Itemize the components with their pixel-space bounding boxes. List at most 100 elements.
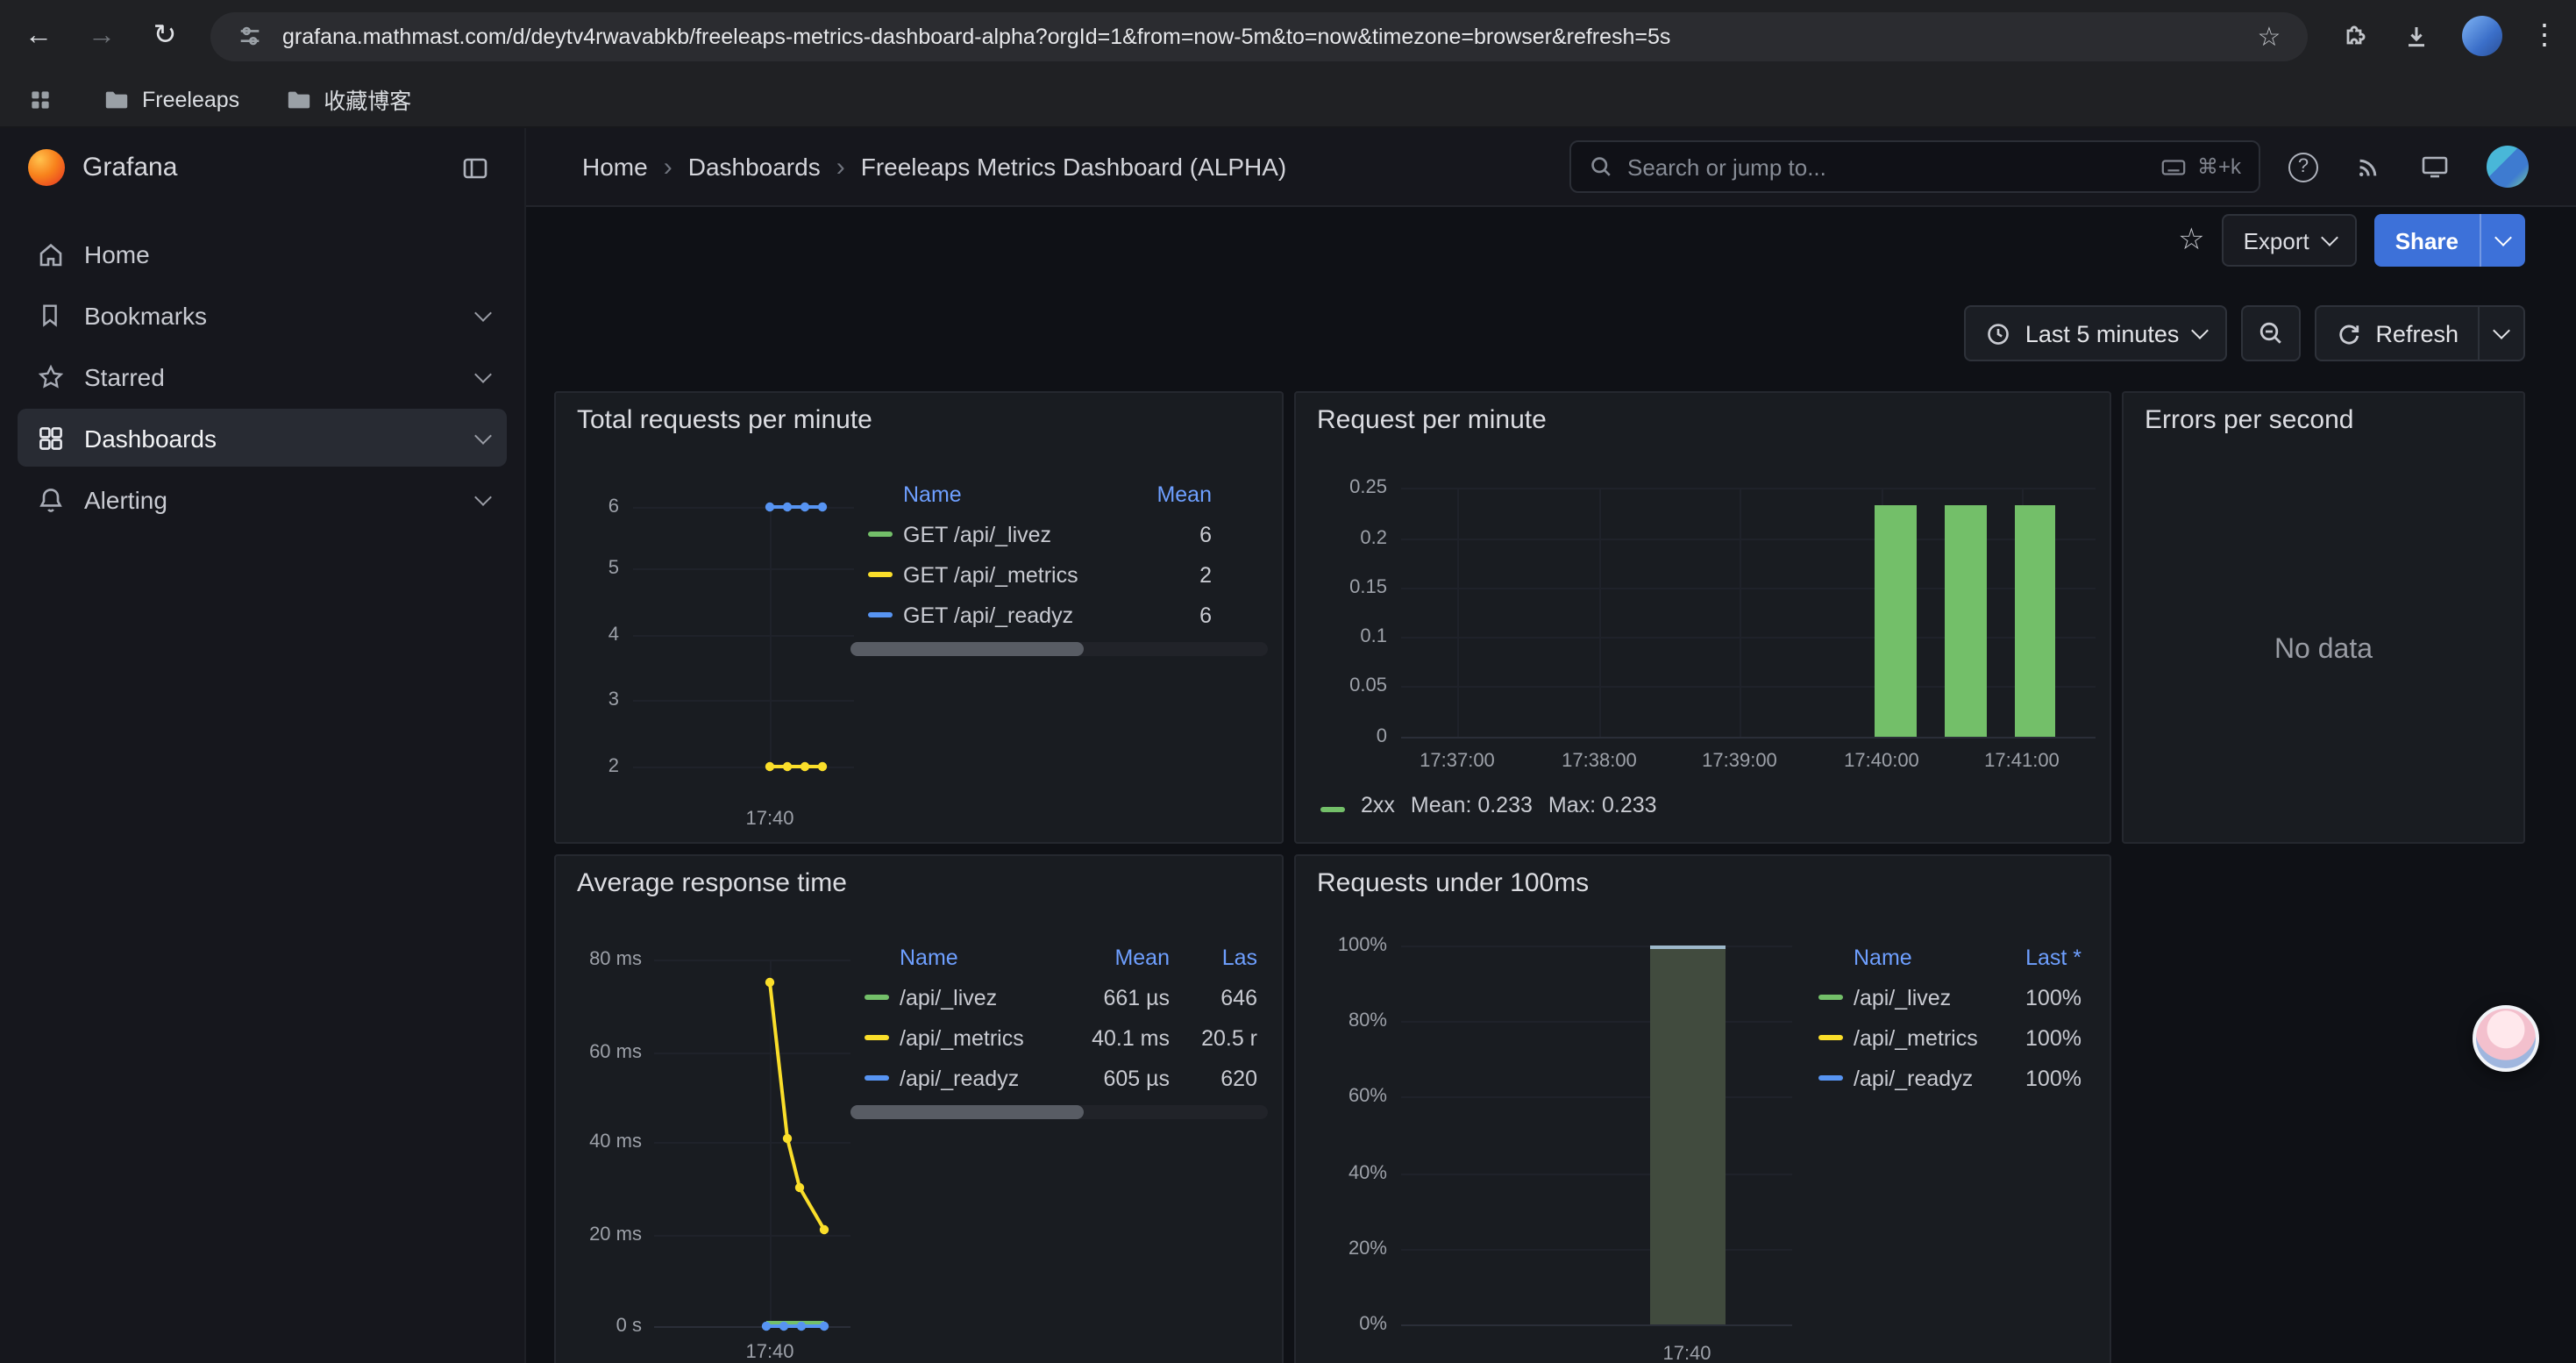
series-name[interactable]: /api/_livez <box>900 985 1061 1010</box>
sidebar-item-dashboards[interactable]: Dashboards <box>18 409 507 467</box>
legend-row[interactable]: /api/_livez 661 µs 646 <box>865 977 1268 1017</box>
site-controls-icon[interactable] <box>231 18 267 54</box>
legend-header-name[interactable]: Name <box>1854 945 1994 969</box>
legend-row[interactable]: /api/_readyz 100% <box>1818 1058 2081 1098</box>
series-last: 100% <box>1994 1066 2081 1090</box>
series-color-dash <box>1818 995 1843 1000</box>
share-menu-toggle[interactable] <box>2480 214 2525 267</box>
sidebar-item-home[interactable]: Home <box>18 225 507 282</box>
time-range-picker[interactable]: Last 5 minutes <box>1964 305 2227 361</box>
export-button[interactable]: Export <box>2223 214 2357 267</box>
sidebar-item-label: Starred <box>84 362 165 390</box>
y-tick: 60% <box>1296 1086 1387 1107</box>
panel-total-requests-per-minute: Total requests per minute 6 5 4 3 2 <box>554 391 1284 844</box>
series-name[interactable]: /api/_metrics <box>900 1025 1061 1050</box>
sidebar-item-alerting[interactable]: Alerting <box>18 470 507 528</box>
refresh-button[interactable]: Refresh <box>2314 305 2525 361</box>
panel-average-response-time: Average response time 80 ms 60 ms 40 ms … <box>554 854 1284 1363</box>
panel-title[interactable]: Request per minute <box>1317 405 1547 435</box>
series-color-dash <box>865 995 889 1000</box>
x-tick: 17:39:00 <box>1687 751 1792 772</box>
series-name[interactable]: GET /api/_livez <box>903 522 1110 546</box>
screen: ← → ↻ grafana.mathmast.com/d/deytv4rwava… <box>0 0 2576 1363</box>
legend-header-name[interactable]: Name <box>903 482 1110 506</box>
panel-title[interactable]: Requests under 100ms <box>1317 868 1589 898</box>
legend-row[interactable]: GET /api/_livez 6 <box>868 514 1268 554</box>
legend-header-mean[interactable]: Mean <box>1110 482 1212 506</box>
search-icon <box>1589 154 1613 179</box>
y-tick: 0.05 <box>1296 675 1387 696</box>
legend-scrollbar[interactable] <box>850 1105 1268 1119</box>
legend-row[interactable]: /api/_metrics 100% <box>1818 1017 2081 1058</box>
chevron-down-icon <box>474 426 492 444</box>
assistant-avatar[interactable] <box>2473 1005 2539 1072</box>
share-button[interactable]: Share <box>2374 214 2525 267</box>
x-tick: 17:40:00 <box>1829 751 1934 772</box>
refresh-icon <box>2335 320 2361 346</box>
favorite-star-icon[interactable]: ☆ <box>2178 223 2205 258</box>
dashboard-canvas: Last 5 minutes Refresh <box>526 274 2576 1363</box>
browser-toolbar: ← → ↻ grafana.mathmast.com/d/deytv4rwava… <box>0 0 2576 72</box>
refresh-interval-toggle[interactable] <box>2478 307 2523 360</box>
breadcrumb-dashboards[interactable]: Dashboards <box>688 153 821 181</box>
y-tick: 5 <box>556 558 619 579</box>
bookmark-star-icon[interactable]: ☆ <box>2252 18 2287 54</box>
brand-name: Grafana <box>82 153 444 182</box>
series-name[interactable]: /api/_livez <box>1854 985 1994 1010</box>
series-name[interactable]: /api/_metrics <box>1854 1025 1994 1050</box>
series-name[interactable]: /api/_readyz <box>1854 1066 1994 1090</box>
panel-request-per-minute: Request per minute 0.25 0.2 0.15 0.1 0.0… <box>1294 391 2111 844</box>
scrollbar-thumb[interactable] <box>850 642 1085 656</box>
profile-avatar[interactable] <box>2462 16 2502 56</box>
forward-icon[interactable]: → <box>84 22 119 50</box>
series-color-dash <box>868 612 893 617</box>
help-icon[interactable]: ? <box>2288 152 2318 182</box>
zoom-out-button[interactable] <box>2240 305 2300 361</box>
legend-header-last[interactable]: Last * <box>1994 945 2081 969</box>
series-name[interactable]: 2xx <box>1361 793 1395 817</box>
user-avatar[interactable] <box>2487 146 2529 188</box>
downloads-icon[interactable] <box>2399 18 2434 54</box>
url-text[interactable]: grafana.mathmast.com/d/deytv4rwavabkb/fr… <box>282 24 2236 48</box>
browser-menu-icon[interactable]: ⋮ <box>2530 22 2551 50</box>
series-last: 100% <box>1994 985 2081 1010</box>
address-bar[interactable]: grafana.mathmast.com/d/deytv4rwavabkb/fr… <box>210 11 2308 61</box>
search-input[interactable]: Search or jump to... ⌘+k <box>1569 140 2260 193</box>
legend-scrollbar[interactable] <box>850 642 1268 656</box>
series-name[interactable]: GET /api/_readyz <box>903 603 1110 627</box>
legend-header-mean[interactable]: Mean <box>1061 945 1170 969</box>
panel-title[interactable]: Average response time <box>577 868 847 898</box>
legend-header-row: Name Last * <box>1818 937 2081 977</box>
scrollbar-thumb[interactable] <box>850 1105 1085 1119</box>
share-label: Share <box>2395 227 2459 253</box>
dock-menu-icon[interactable] <box>461 153 489 182</box>
sidebar-item-bookmarks[interactable]: Bookmarks <box>18 286 507 344</box>
legend-header-name[interactable]: Name <box>900 945 1061 969</box>
legend-row[interactable]: /api/_livez 100% <box>1818 977 2081 1017</box>
series-name[interactable]: GET /api/_metrics <box>903 562 1110 587</box>
bookmark-item[interactable]: Freeleaps <box>103 86 239 112</box>
monitor-icon[interactable] <box>2420 153 2450 181</box>
back-icon[interactable]: ← <box>21 22 56 50</box>
extensions-icon[interactable] <box>2336 18 2371 54</box>
grafana-logo[interactable] <box>28 149 65 186</box>
rss-icon[interactable] <box>2355 153 2383 181</box>
legend-row[interactable]: GET /api/_metrics 2 <box>868 554 1268 595</box>
panel-title[interactable]: Total requests per minute <box>577 405 872 435</box>
legend-header-last[interactable]: Las <box>1170 945 1257 969</box>
apps-grid-icon[interactable] <box>23 82 58 117</box>
sidebar-item-label: Bookmarks <box>84 301 207 329</box>
legend-row[interactable]: /api/_readyz 605 µs 620 <box>865 1058 1268 1098</box>
series-name[interactable]: /api/_readyz <box>900 1066 1061 1090</box>
search-placeholder: Search or jump to... <box>1627 153 1826 180</box>
reload-icon[interactable]: ↻ <box>147 22 182 50</box>
series-mean: 6 <box>1110 603 1212 627</box>
bookmark-icon <box>35 300 65 330</box>
star-icon <box>35 361 65 391</box>
legend-row[interactable]: GET /api/_readyz 6 <box>868 595 1268 635</box>
legend-row[interactable]: /api/_metrics 40.1 ms 20.5 r <box>865 1017 1268 1058</box>
sidebar-item-starred[interactable]: Starred <box>18 347 507 405</box>
panel-title[interactable]: Errors per second <box>2145 405 2353 435</box>
breadcrumb-home[interactable]: Home <box>582 153 648 181</box>
bookmark-item[interactable]: 收藏博客 <box>285 82 411 116</box>
